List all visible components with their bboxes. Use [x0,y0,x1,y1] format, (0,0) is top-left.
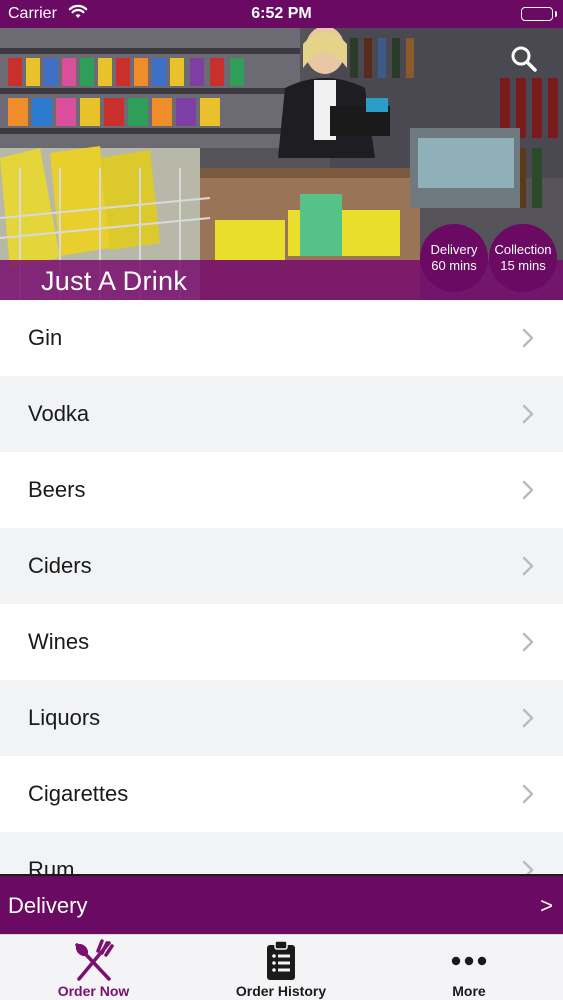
category-label: Ciders [28,553,92,578]
search-icon[interactable] [509,44,539,74]
collection-badge-title: Collection [494,242,552,257]
category-label: Rum [28,857,75,874]
tab-bar: Order Now Order History More [0,934,563,1000]
store-name: Just A Drink [41,266,188,296]
category-label: Wines [28,629,90,654]
more-dots-icon [449,939,489,984]
category-label: Liquors [28,705,101,730]
chevron-right-icon [522,556,534,576]
tab-label-order-history: Order History [235,983,327,999]
category-label: Cigarettes [28,781,129,806]
delivery-time-badge: Delivery 60 mins [420,224,488,292]
category-row-wines[interactable]: Wines [0,604,563,680]
delivery-badge-title: Delivery [430,242,478,257]
chevron-right-icon [522,860,534,874]
tab-label-order-now: Order Now [57,983,130,999]
category-label: Gin [28,325,63,350]
category-row-vodka[interactable]: Vodka [0,376,563,452]
store-header: Just A Drink Delivery 60 mins Collection… [0,28,563,300]
category-row-ciders[interactable]: Ciders [0,528,563,604]
category-label: Vodka [28,401,90,426]
tab-label-more: More [452,983,486,999]
battery-icon [521,7,557,21]
chevron-right-icon [522,480,534,500]
chevron-right-icon [522,328,534,348]
delivery-mode-bar[interactable]: Delivery > [0,874,563,934]
collection-time-badge: Collection 15 mins [489,224,557,292]
category-row-cigarettes[interactable]: Cigarettes [0,756,563,832]
category-row-gin[interactable]: Gin [0,300,563,376]
chevron-right-icon [522,708,534,728]
chevron-right-icon [522,632,534,652]
tab-order-now[interactable]: Order Now [0,935,187,1000]
category-row-liquors[interactable]: Liquors [0,680,563,756]
tab-order-history[interactable]: Order History [187,935,375,1000]
category-list[interactable]: Gin Vodka Beers Ciders Wines Liquors Cig… [0,300,563,874]
delivery-mode-arrow: > [540,893,553,918]
clipboard-list-icon [266,939,296,986]
chevron-right-icon [522,404,534,424]
fork-knife-icon [71,939,117,988]
collection-badge-time: 15 mins [500,258,546,273]
status-time: 6:52 PM [251,5,312,22]
category-row-beers[interactable]: Beers [0,452,563,528]
tab-more[interactable]: More [375,935,563,1000]
category-label: Beers [28,477,86,502]
delivery-mode-label: Delivery [8,893,88,918]
delivery-badge-time: 60 mins [431,258,477,273]
category-row-rum[interactable]: Rum [0,832,563,874]
chevron-right-icon [522,784,534,804]
status-bar: Carrier 6:52 PM [0,0,563,28]
